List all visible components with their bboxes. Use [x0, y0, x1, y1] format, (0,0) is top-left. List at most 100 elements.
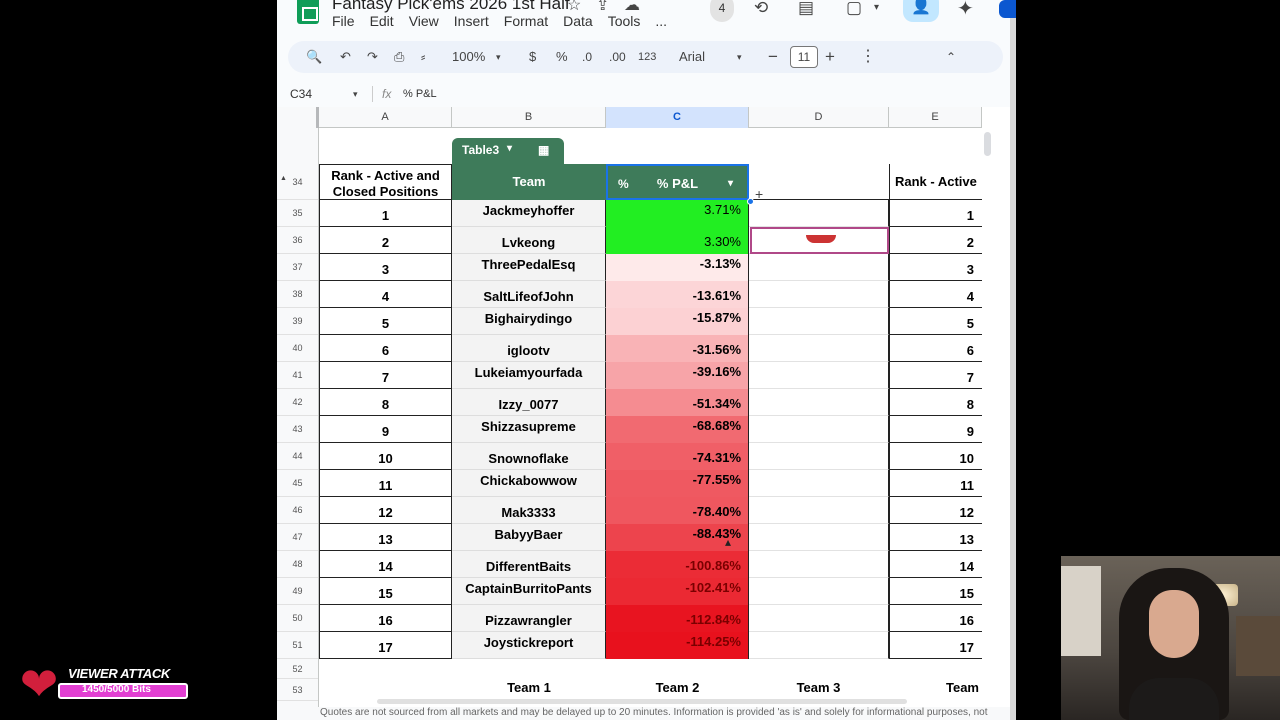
pl-cell[interactable]: -39.16% — [606, 362, 749, 389]
empty-cell[interactable] — [749, 389, 889, 416]
chevron-down-icon[interactable]: ▾ — [737, 41, 742, 73]
menu-item[interactable]: Insert — [454, 13, 489, 31]
rank-active-header[interactable]: Rank - Active — [889, 164, 982, 200]
paint-format-icon[interactable]: ⸗ — [421, 41, 425, 73]
rank-cell[interactable]: 11 — [319, 470, 452, 497]
rank-active-cell[interactable]: 14 — [889, 551, 982, 578]
row-header[interactable]: 49 — [277, 578, 318, 605]
rank-cell[interactable]: 7 — [319, 362, 452, 389]
rank-cell[interactable]: 8 — [319, 389, 452, 416]
rank-cell[interactable]: 3 — [319, 254, 452, 281]
increase-decimal-button[interactable]: .00 — [609, 41, 626, 73]
pl-cell[interactable]: -77.55% — [606, 470, 749, 497]
pl-cell[interactable]: -112.84% — [606, 605, 749, 632]
empty-cell[interactable] — [749, 362, 889, 389]
rank-cell[interactable]: 17 — [319, 632, 452, 659]
row-header[interactable]: 52 — [277, 659, 318, 679]
pl-cell[interactable]: -102.41% — [606, 578, 749, 605]
table-view-icon[interactable]: ▦ — [538, 143, 549, 157]
rank-active-cell[interactable]: 12 — [889, 497, 982, 524]
team-header-partial[interactable]: Team — [888, 677, 982, 699]
row-header[interactable]: 34 — [277, 164, 318, 200]
vertical-scrollbar[interactable] — [984, 132, 991, 156]
team-cell[interactable]: CaptainBurritoPants — [452, 578, 606, 605]
row-header[interactable]: 47 — [277, 524, 318, 551]
chevron-down-icon[interactable]: ▾ — [496, 41, 501, 73]
pl-cell[interactable]: -31.56% — [606, 335, 749, 362]
font-select[interactable]: Arial — [679, 41, 705, 73]
row-header[interactable]: 42 — [277, 389, 318, 416]
row-header[interactable]: 45 — [277, 470, 318, 497]
rank-cell[interactable]: 12 — [319, 497, 452, 524]
decrease-font-size-button[interactable]: − — [768, 41, 778, 73]
rank-cell[interactable]: 16 — [319, 605, 452, 632]
team-cell[interactable]: Chickabowwow — [452, 470, 606, 497]
team-3-header[interactable]: Team 3 — [749, 677, 888, 699]
rank-active-cell[interactable]: 9 — [889, 416, 982, 443]
increase-font-size-button[interactable]: + — [825, 41, 835, 73]
print-icon[interactable]: ⎙ — [394, 41, 404, 73]
rank-active-cell[interactable]: 5 — [889, 308, 982, 335]
rank-cell[interactable]: 1 — [319, 200, 452, 227]
pl-column-header[interactable]: % % P&L ▾ — [606, 164, 749, 200]
row-header[interactable]: 50 — [277, 605, 318, 632]
menu-item[interactable]: Format — [504, 13, 548, 31]
selection-fill-handle[interactable] — [747, 198, 754, 205]
menu-item[interactable]: Tools — [608, 13, 641, 31]
row-header[interactable]: 53 — [277, 679, 318, 701]
team-cell[interactable]: DifferentBaits — [452, 551, 606, 578]
rank-cell[interactable]: 4 — [319, 281, 452, 308]
add-column-icon[interactable]: + — [755, 186, 763, 202]
team-cell[interactable]: Shizzasupreme — [452, 416, 606, 443]
pl-cell[interactable]: -51.34% — [606, 389, 749, 416]
row-header[interactable]: 44 — [277, 443, 318, 470]
formula-input[interactable]: % P&L — [403, 83, 437, 105]
empty-cell[interactable] — [749, 497, 889, 524]
row-header[interactable]: 37 — [277, 254, 318, 281]
team-cell[interactable]: ThreePedalEsq — [452, 254, 606, 281]
format-currency-button[interactable]: $ — [529, 41, 536, 73]
rank-cell[interactable]: 15 — [319, 578, 452, 605]
pl-cell[interactable]: -100.86% — [606, 551, 749, 578]
rank-active-cell[interactable]: 16 — [889, 605, 982, 632]
menu-item[interactable]: ... — [655, 13, 667, 31]
column-header-a[interactable]: A — [319, 107, 452, 128]
empty-cell[interactable] — [749, 524, 889, 551]
table-name-tab[interactable]: Table3 ▾ ▦ — [452, 138, 564, 164]
team-cell[interactable]: Joystickreport — [452, 632, 606, 659]
version-history-icon[interactable]: ⟲ — [754, 0, 768, 18]
row-header[interactable]: 38 — [277, 281, 318, 308]
pl-cell[interactable]: 3.30% — [606, 227, 749, 254]
team-cell[interactable]: Snownoflake — [452, 443, 606, 470]
select-all-corner[interactable] — [277, 107, 319, 128]
menu-item[interactable]: View — [409, 13, 439, 31]
document-title[interactable]: Fantasy Pick'ems 2026 1st Half — [332, 0, 570, 14]
rank-active-cell[interactable]: 15 — [889, 578, 982, 605]
pl-cell[interactable]: -74.31% — [606, 443, 749, 470]
pl-cell[interactable]: 3.71% — [606, 200, 749, 227]
rank-active-cell[interactable]: 6 — [889, 335, 982, 362]
pl-cell[interactable]: -15.87% — [606, 308, 749, 335]
meet-icon[interactable]: ▢ — [846, 0, 862, 18]
rank-active-cell[interactable]: 10 — [889, 443, 982, 470]
more-formats-button[interactable]: 123 — [638, 41, 656, 73]
chevron-down-icon[interactable]: ▾ — [353, 83, 358, 105]
format-percent-button[interactable]: % — [556, 41, 568, 73]
team-column-header[interactable]: Team — [452, 164, 606, 200]
rank-column-header[interactable]: Rank - Active and Closed Positions — [319, 164, 452, 200]
empty-cell[interactable] — [749, 335, 889, 362]
comments-icon[interactable]: ▤ — [798, 0, 814, 18]
zoom-select[interactable]: 100% — [452, 41, 485, 73]
team-cell[interactable]: Lvkeong — [452, 227, 606, 254]
team-cell[interactable]: Lukeiamyourfada — [452, 362, 606, 389]
pl-cell[interactable]: -13.61% — [606, 281, 749, 308]
account-avatar[interactable] — [999, 0, 1010, 18]
empty-cell[interactable] — [749, 308, 889, 335]
rank-cell[interactable]: 6 — [319, 335, 452, 362]
row-header[interactable]: 43 — [277, 416, 318, 443]
team-1-header[interactable]: Team 1 — [452, 677, 606, 699]
active-viewers-badge[interactable]: 4 — [710, 0, 734, 22]
name-box[interactable]: C34 — [290, 83, 312, 105]
empty-cell[interactable] — [749, 416, 889, 443]
font-size-input[interactable]: 11 — [790, 46, 818, 68]
